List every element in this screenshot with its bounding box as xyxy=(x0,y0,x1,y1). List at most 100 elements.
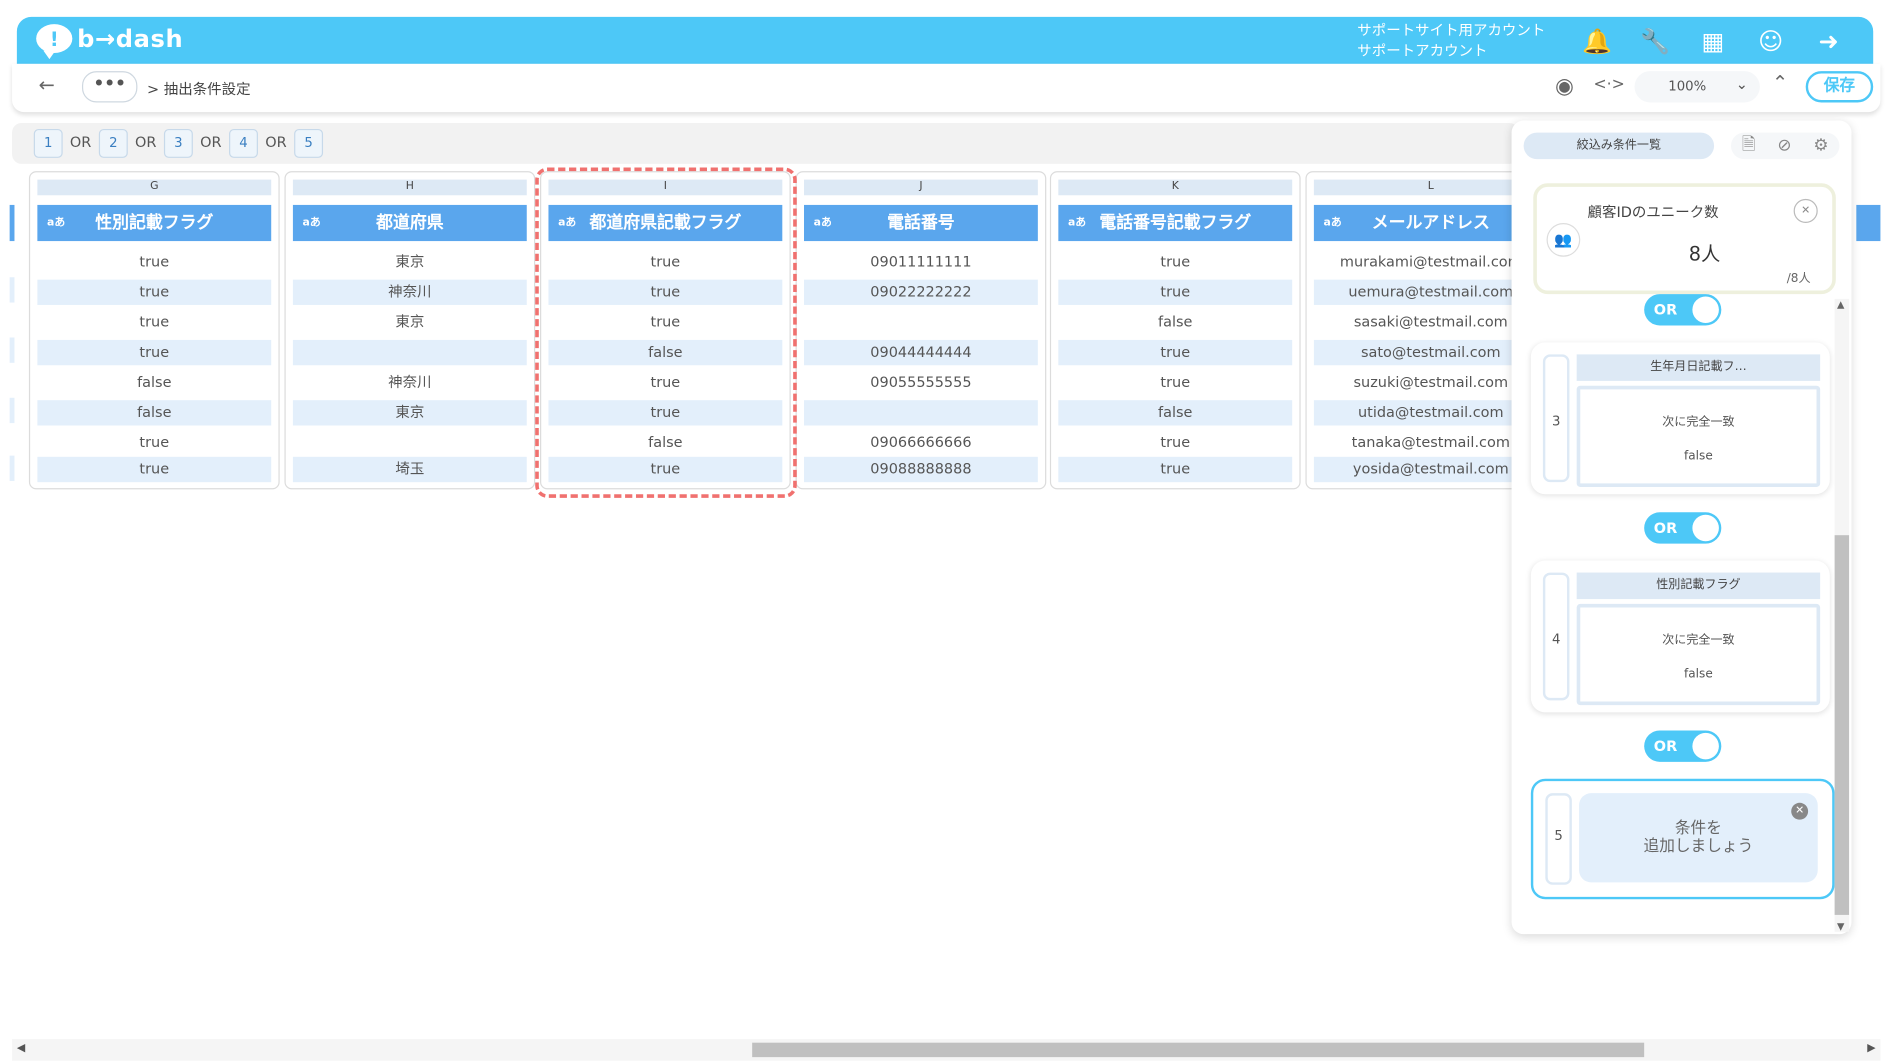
close-icon[interactable]: ✕ xyxy=(1793,198,1818,223)
header-icons: 🔔 🔧 ▦ ☺ ➜ xyxy=(1581,25,1844,56)
table-cell: false xyxy=(137,373,172,391)
condition-chip-3[interactable]: 3 xyxy=(163,128,193,158)
bell-icon[interactable]: 🔔 xyxy=(1581,25,1612,56)
column-h[interactable]: Haあ 都道府県 東京 神奈川 東京 神奈川 東京 埼玉 xyxy=(284,171,536,490)
horizontal-scrollbar[interactable]: ◀ ▶ xyxy=(12,1039,1881,1061)
unique-count-card: 👥 顧客IDのユニーク数 8人 /8人 ✕ xyxy=(1533,183,1836,295)
chat-icon[interactable]: ☺ xyxy=(1755,25,1786,56)
table-cell: 東京 xyxy=(395,253,425,271)
condition-number: 5 xyxy=(1545,793,1572,885)
condition-operator: 次に完全一致 xyxy=(1662,415,1735,430)
account-line1: サポートサイト用アカウント xyxy=(1357,21,1546,39)
column-j[interactable]: Jaあ 電話番号 09011111111 09022222222 09044444444… xyxy=(795,171,1047,490)
collapse-up-icon[interactable]: ⌃ xyxy=(1772,71,1788,94)
table-cell: false xyxy=(1058,400,1293,426)
hide-icon[interactable]: ⊘ xyxy=(1777,136,1791,155)
scroll-thumb[interactable] xyxy=(1834,535,1850,915)
condition-body[interactable]: 次に完全一致 false xyxy=(1576,603,1821,706)
more-button[interactable]: ••• xyxy=(81,71,138,103)
table-cell: true xyxy=(139,253,170,271)
unique-count-total: /8人 xyxy=(1786,272,1811,286)
breadcrumb: > 抽出条件設定 xyxy=(147,80,251,98)
or-condition-bar: 1 OR 2 OR 3 OR 4 OR 5 xyxy=(12,122,1519,164)
column-g[interactable]: Gaあ 性別記載フラグ true true true true false false true… xyxy=(28,171,280,490)
code-expand-icon[interactable]: <·> xyxy=(1594,76,1625,94)
scroll-left-icon[interactable]: ◀ xyxy=(17,1043,25,1055)
save-button[interactable]: 保存 xyxy=(1805,71,1874,103)
condition-value: false xyxy=(1684,449,1713,463)
or-toggle[interactable]: OR xyxy=(1644,730,1722,762)
scroll-right-icon[interactable]: ▶ xyxy=(1867,1043,1875,1055)
grid-icon[interactable]: ▦ xyxy=(1697,25,1728,56)
text-type-icon: aあ xyxy=(47,216,66,230)
column-title: 都道府県 xyxy=(376,213,444,233)
table-cell xyxy=(293,430,527,455)
column-letter: G xyxy=(37,179,272,196)
next-column-stub xyxy=(1856,204,1881,242)
logo[interactable]: ! b→dash xyxy=(36,24,183,60)
back-arrow-icon[interactable]: ← xyxy=(39,74,55,97)
scroll-down-icon[interactable]: ▼ xyxy=(1837,921,1844,932)
scroll-up-icon[interactable]: ▲ xyxy=(1837,299,1844,310)
or-toggle-label: OR xyxy=(1653,301,1678,319)
table-cell: true xyxy=(1058,339,1293,366)
condition-chip-1[interactable]: 1 xyxy=(33,128,63,158)
settings-icon[interactable]: ⚙ xyxy=(1813,136,1828,155)
or-toggle[interactable]: OR xyxy=(1644,294,1722,326)
add-condition-dropzone[interactable]: 条件を 追加しましょう ✕ xyxy=(1579,793,1818,883)
sub-toolbar: ← ••• > 抽出条件設定 ◉ <·> 100% ⌄ ⌃ 保存 xyxy=(12,63,1881,113)
condition-card-4[interactable]: 4 性別記載フラグ 次に完全一致 false xyxy=(1530,560,1830,713)
prev-column-stub xyxy=(9,204,15,242)
condition-value: false xyxy=(1684,667,1713,682)
column-header[interactable]: aあ 都道府県 xyxy=(292,204,527,242)
table-cell: 東京 xyxy=(292,400,527,426)
filter-list-tab[interactable]: 絞込み条件一覧 xyxy=(1523,132,1715,160)
account-info[interactable]: サポートサイト用アカウント サポートアカウント xyxy=(1357,20,1545,61)
condition-title: 生年月日記載フ… xyxy=(1576,354,1821,381)
column-letter: J xyxy=(804,179,1038,196)
table-cell: true xyxy=(37,456,272,483)
table-cell: true xyxy=(1160,373,1191,391)
condition-operator: 次に完全一致 xyxy=(1662,634,1735,648)
unique-count-value: 8人 xyxy=(1688,242,1721,266)
document-icon[interactable]: 🗎 xyxy=(1742,131,1756,160)
condition-chip-5[interactable]: 5 xyxy=(294,128,324,158)
zoom-select[interactable]: 100% ⌄ xyxy=(1634,71,1760,103)
text-type-icon: aあ xyxy=(1323,216,1342,230)
table-cell: true xyxy=(1160,253,1191,271)
column-title: メールアドレス xyxy=(1371,213,1490,233)
scroll-thumb[interactable] xyxy=(752,1042,1645,1058)
column-letter: H xyxy=(292,179,527,196)
logout-icon[interactable]: ➜ xyxy=(1813,25,1844,56)
column-letter: K xyxy=(1058,179,1293,196)
close-icon[interactable]: ✕ xyxy=(1791,802,1809,820)
panel-vertical-scrollbar[interactable]: ▲ ▼ xyxy=(1834,298,1850,932)
add-condition-card[interactable]: 5 条件を 追加しましょう ✕ xyxy=(1530,778,1835,900)
column-header[interactable]: aあ 電話番号記載フラグ xyxy=(1058,204,1293,242)
or-toggle[interactable]: OR xyxy=(1644,512,1722,544)
condition-body[interactable]: 次に完全一致 false xyxy=(1576,385,1821,487)
column-k[interactable]: Kaあ 電話番号記載フラグ true true false true true false tr… xyxy=(1049,171,1301,490)
condition-card-3[interactable]: 3 生年月日記載フ… 次に完全一致 false xyxy=(1530,342,1830,495)
filter-panel: 絞込み条件一覧 🗎 ⊘ ⚙ 👥 顧客IDのユニーク数 8人 /8人 ✕ OR 3… xyxy=(1511,120,1852,935)
table-cell: true xyxy=(1058,279,1293,305)
condition-chip-2[interactable]: 2 xyxy=(98,128,128,158)
table-cell xyxy=(804,310,1038,335)
text-type-icon: aあ xyxy=(813,216,832,230)
column-header[interactable]: aあ 性別記載フラグ xyxy=(37,204,272,242)
toggle-knob xyxy=(1692,514,1719,542)
table-cell: true xyxy=(37,339,272,366)
table-cell: 神奈川 xyxy=(292,279,527,305)
table-cell: true xyxy=(1058,456,1293,483)
eye-icon[interactable]: ◉ xyxy=(1555,74,1574,99)
zoom-value: 100% xyxy=(1668,78,1707,95)
table-cell: false xyxy=(1158,313,1193,331)
wrench-icon[interactable]: 🔧 xyxy=(1639,25,1670,56)
prev-column-stub xyxy=(9,277,15,303)
logo-bubble-icon: ! xyxy=(36,24,73,60)
panel-tools: 🗎 ⊘ ⚙ xyxy=(1730,131,1840,160)
text-type-icon: aあ xyxy=(1067,216,1087,230)
table-cell: 09055555555 xyxy=(870,373,972,391)
column-header[interactable]: aあ 電話番号 xyxy=(804,204,1038,242)
condition-chip-4[interactable]: 4 xyxy=(229,128,258,158)
